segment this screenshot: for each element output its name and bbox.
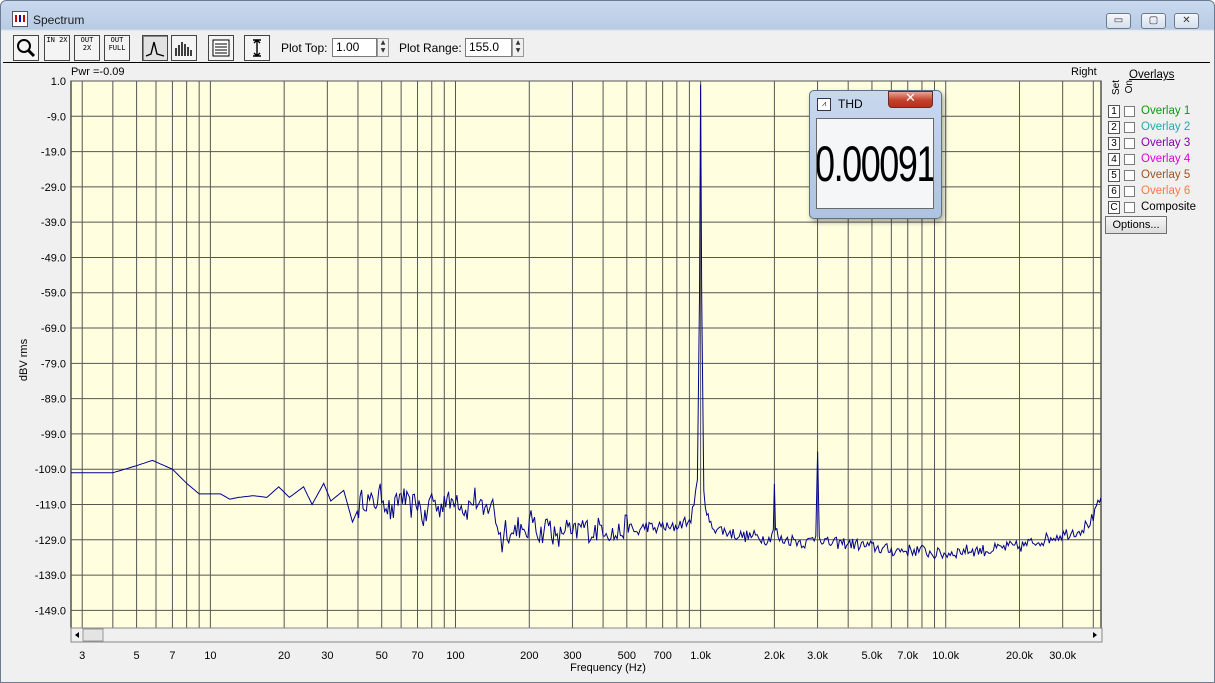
plot-area[interactable] <box>70 80 1102 629</box>
y-tick-label: -119.0 <box>36 499 66 511</box>
overlay-label: Overlay 5 <box>1141 169 1191 181</box>
x-tick-label: 100 <box>446 650 464 662</box>
y-tick-label: -139.0 <box>35 570 66 582</box>
x-tick-label: 10 <box>204 650 216 662</box>
y-tick-label: -19.0 <box>41 147 66 159</box>
x-tick-label: 200 <box>520 650 538 662</box>
x-tick-label: 5.0k <box>862 650 883 662</box>
y-tick-label: -29.0 <box>41 182 66 194</box>
overlay-label: Overlay 4 <box>1141 153 1191 165</box>
x-tick-label: 70 <box>411 650 423 662</box>
x-tick-label: 30.0k <box>1049 650 1076 662</box>
thd-title: THD <box>838 97 863 111</box>
y-tick-label: -49.0 <box>41 252 66 264</box>
thd-close-button[interactable]: ✕ <box>888 91 933 108</box>
overlay-on-checkbox[interactable] <box>1124 154 1135 165</box>
y-tick-label: -9.0 <box>47 111 66 123</box>
x-tick-label: 5 <box>134 650 140 662</box>
y-tick-label: -99.0 <box>41 429 66 441</box>
y-axis-title: dBV rms <box>18 338 30 381</box>
y-tick-label: -79.0 <box>41 358 66 370</box>
x-tick-label: 20.0k <box>1006 650 1033 662</box>
overlay-label: Overlay 6 <box>1141 185 1191 197</box>
y-tick-label: -39.0 <box>41 217 66 229</box>
x-tick-label: 7.0k <box>897 650 918 662</box>
overlay-row: 4 Overlay 4 <box>1108 152 1212 168</box>
x-tick-label: 700 <box>653 650 671 662</box>
overlays-title: Overlays <box>1129 69 1175 81</box>
x-tick-label: 3 <box>79 650 85 662</box>
x-tick-label: 50 <box>376 650 388 662</box>
overlay-row: 6 Overlay 6 <box>1108 184 1212 200</box>
x-tick-label: 300 <box>563 650 581 662</box>
y-tick-label: -69.0 <box>41 323 66 335</box>
overlay-on-checkbox[interactable] <box>1124 170 1135 181</box>
x-tick-label: 500 <box>618 650 636 662</box>
overlay-row: C Composite <box>1108 200 1212 216</box>
overlay-set-button[interactable]: 3 <box>1108 137 1120 150</box>
horizontal-scrollbar[interactable] <box>70 627 1103 643</box>
overlay-on-checkbox[interactable] <box>1124 138 1135 149</box>
overlay-row: 3 Overlay 3 <box>1108 136 1212 152</box>
overlay-label: Overlay 1 <box>1141 105 1191 117</box>
overlay-set-button[interactable]: 1 <box>1108 105 1120 118</box>
overlay-set-button[interactable]: 2 <box>1108 121 1120 134</box>
scrollbar-thumb[interactable] <box>82 628 104 642</box>
spectrum-plot[interactable]: 1.0 -9.0 -19.0 -29.0 -39.0 -49.0 -59.0 -69.0 -79… <box>0 0 1215 683</box>
thd-window[interactable]: ⩘ THD ✕ 0.00091 % <box>809 90 942 219</box>
overlay-label: Overlay 2 <box>1141 121 1191 133</box>
y-tick-label: -129.0 <box>35 535 66 547</box>
x-tick-label: 20 <box>278 650 290 662</box>
x-tick-label: 1.0k <box>690 650 711 662</box>
overlay-on-checkbox[interactable] <box>1124 122 1135 133</box>
y-tick-label: -149.0 <box>35 605 66 617</box>
overlay-row: 1 Overlay 1 <box>1108 104 1212 120</box>
overlay-row: 2 Overlay 2 <box>1108 120 1212 136</box>
set-column-label: Set <box>1111 80 1122 96</box>
y-tick-label: -59.0 <box>41 288 66 300</box>
x-tick-label: 2.0k <box>764 650 785 662</box>
overlay-on-checkbox[interactable] <box>1124 202 1135 213</box>
x-tick-label: 7 <box>169 650 175 662</box>
thd-display: 0.00091 % <box>816 118 934 209</box>
x-tick-label: 10.0k <box>932 650 959 662</box>
power-readout: Pwr =-0.09 <box>71 66 125 78</box>
overlay-set-button[interactable]: 4 <box>1108 153 1120 166</box>
overlay-row: 5 Overlay 5 <box>1108 168 1212 184</box>
overlay-set-button[interactable]: 6 <box>1108 185 1120 198</box>
channel-label: Right <box>1071 66 1097 78</box>
thd-window-icon: ⩘ <box>817 98 831 111</box>
overlay-on-checkbox[interactable] <box>1124 106 1135 117</box>
overlay-on-checkbox[interactable] <box>1124 186 1135 197</box>
overlay-label: Overlay 3 <box>1141 137 1191 149</box>
y-tick-label: 1.0 <box>51 76 66 88</box>
thd-value: 0.00091 % <box>816 136 934 192</box>
overlay-options-button[interactable]: Options... <box>1105 216 1167 234</box>
y-tick-label: -89.0 <box>41 394 66 406</box>
overlay-label: Composite <box>1141 201 1196 213</box>
y-tick-label: -109.0 <box>35 464 66 476</box>
overlay-set-button[interactable]: 5 <box>1108 169 1120 182</box>
x-axis-title: Frequency (Hz) <box>570 662 646 674</box>
on-column-label: On <box>1124 80 1135 94</box>
x-tick-label: 3.0k <box>807 650 828 662</box>
overlay-set-button[interactable]: C <box>1108 201 1120 214</box>
x-tick-label: 30 <box>321 650 333 662</box>
